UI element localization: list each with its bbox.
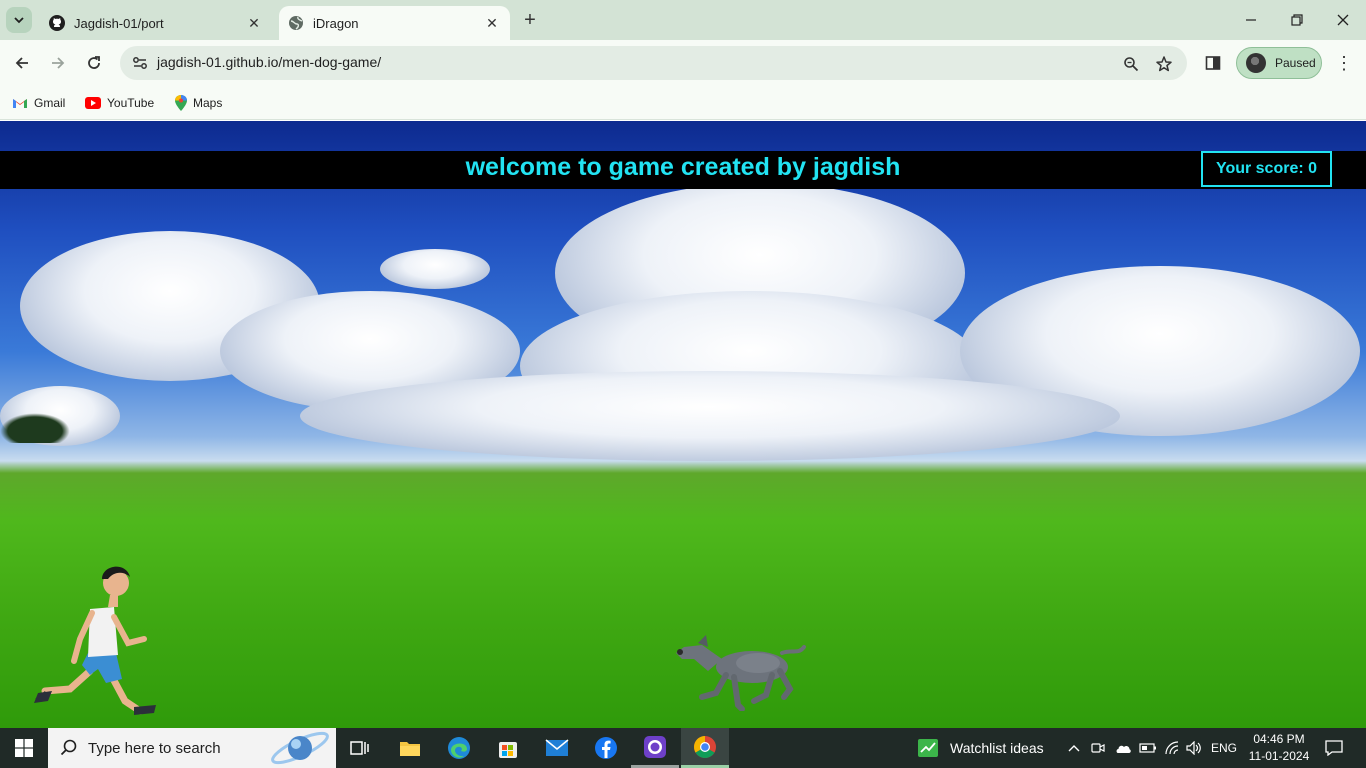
restore-button[interactable]	[1274, 0, 1320, 40]
edge-button[interactable]	[435, 728, 483, 768]
wifi-icon[interactable]	[1161, 728, 1183, 768]
score-display: Your score: 0	[1201, 151, 1332, 187]
arrow-left-icon	[15, 57, 28, 69]
arrow-right-icon	[52, 57, 65, 69]
zoom-icon[interactable]	[1120, 53, 1142, 75]
github-icon	[49, 15, 65, 31]
chevron-up-icon	[1068, 745, 1080, 752]
side-panel-icon[interactable]	[1202, 52, 1224, 74]
volume-icon[interactable]	[1183, 728, 1205, 768]
github-icon	[644, 735, 666, 758]
reload-button[interactable]	[80, 49, 108, 77]
cloud	[380, 249, 490, 289]
task-view-button[interactable]	[336, 728, 384, 768]
cloud	[300, 371, 1120, 461]
file-explorer-button[interactable]	[386, 728, 434, 768]
chrome-icon	[694, 735, 716, 758]
bookmark-youtube[interactable]: YouTube	[85, 93, 154, 113]
taskbar-search[interactable]: Type here to search	[48, 728, 336, 768]
game-title: welcome to game created by jagdish	[465, 153, 901, 181]
close-icon	[1337, 14, 1349, 26]
facebook-icon	[595, 737, 617, 759]
restore-icon	[1291, 14, 1303, 26]
mail-button[interactable]	[533, 728, 581, 768]
url-text[interactable]: jagdish-01.github.io/men-dog-game/	[157, 54, 381, 70]
game-header: welcome to game created by jagdish	[0, 151, 1366, 189]
reload-icon	[88, 56, 100, 69]
stock-chart-icon	[918, 739, 938, 757]
edge-icon	[448, 737, 470, 759]
clock-time: 04:46 PM	[1253, 732, 1305, 746]
minimize-button[interactable]	[1228, 0, 1274, 40]
clock[interactable]: 04:46 PM 11-01-2024	[1243, 731, 1315, 765]
globe-icon	[288, 15, 304, 31]
avatar	[1246, 53, 1266, 73]
start-button[interactable]	[0, 728, 48, 768]
tab-strip: Jagdish-01/port ✕ iDragon ✕ +	[0, 0, 1366, 40]
store-icon	[499, 742, 517, 758]
folder-icon	[400, 742, 420, 756]
dog-character	[676, 635, 806, 711]
search-placeholder: Type here to search	[88, 739, 221, 757]
tree-silhouette	[0, 413, 70, 443]
gmail-icon	[12, 97, 28, 109]
show-hidden-icons-button[interactable]	[1064, 728, 1084, 768]
youtube-icon	[85, 97, 101, 109]
tab-title: Jagdish-01/port	[74, 15, 164, 31]
forward-button[interactable]	[44, 49, 72, 77]
widget-label: Watchlist ideas	[950, 740, 1044, 756]
tab-github-port[interactable]: Jagdish-01/port ✕	[40, 6, 272, 40]
clock-date: 11-01-2024	[1248, 749, 1310, 763]
site-settings-icon[interactable]	[128, 51, 152, 75]
bookmark-label: YouTube	[107, 96, 155, 110]
bookmark-label: Maps	[193, 96, 223, 110]
back-button[interactable]	[8, 49, 36, 77]
tab-idragon[interactable]: iDragon ✕	[279, 6, 510, 40]
language-indicator[interactable]: ENG	[1208, 728, 1240, 768]
runner-character	[34, 566, 156, 715]
chevron-down-icon	[14, 17, 24, 24]
game-viewport: welcome to game created by jagdish Your …	[0, 121, 1366, 728]
bookmark-label: Gmail	[34, 96, 66, 110]
close-tab-icon[interactable]: ✕	[244, 13, 264, 33]
notification-center-icon[interactable]	[1322, 736, 1346, 760]
profile-status: Paused	[1275, 56, 1316, 70]
github-desktop-button[interactable]	[631, 728, 679, 768]
bookmarks-bar: Gmail YouTube Maps	[0, 86, 1366, 120]
battery-icon[interactable]	[1137, 728, 1159, 768]
windows-icon	[15, 739, 33, 757]
maps-icon	[175, 95, 187, 111]
tab-search-button[interactable]	[6, 7, 32, 33]
address-bar[interactable]: jagdish-01.github.io/men-dog-game/	[120, 46, 1187, 80]
bookmark-gmail[interactable]: Gmail	[12, 93, 65, 113]
widget-watchlist[interactable]: Watchlist ideas	[918, 728, 1044, 768]
taskbar: Type here to search Watchlist ideas ENG …	[0, 728, 1366, 768]
search-icon	[60, 739, 78, 757]
meet-now-icon[interactable]	[1088, 728, 1108, 768]
tab-title: iDragon	[313, 15, 359, 31]
facebook-button[interactable]	[582, 728, 630, 768]
bookmark-star-icon[interactable]	[1153, 53, 1175, 75]
bookmark-maps[interactable]: Maps	[175, 93, 222, 113]
profile-button[interactable]: Paused	[1236, 47, 1322, 79]
close-tab-icon[interactable]: ✕	[482, 13, 502, 33]
onedrive-icon[interactable]	[1112, 728, 1134, 768]
mail-icon	[545, 739, 569, 756]
task-view-icon	[350, 741, 369, 755]
search-highlight-image	[271, 731, 329, 765]
chrome-button[interactable]	[681, 728, 729, 768]
minimize-icon	[1246, 19, 1256, 21]
microsoft-store-button[interactable]	[484, 728, 532, 768]
browser-toolbar: jagdish-01.github.io/men-dog-game/ Pause…	[0, 40, 1366, 86]
more-menu-icon[interactable]: ⋮	[1334, 52, 1354, 74]
close-window-button[interactable]	[1320, 0, 1366, 40]
new-tab-plus-icon[interactable]: +	[518, 8, 542, 32]
